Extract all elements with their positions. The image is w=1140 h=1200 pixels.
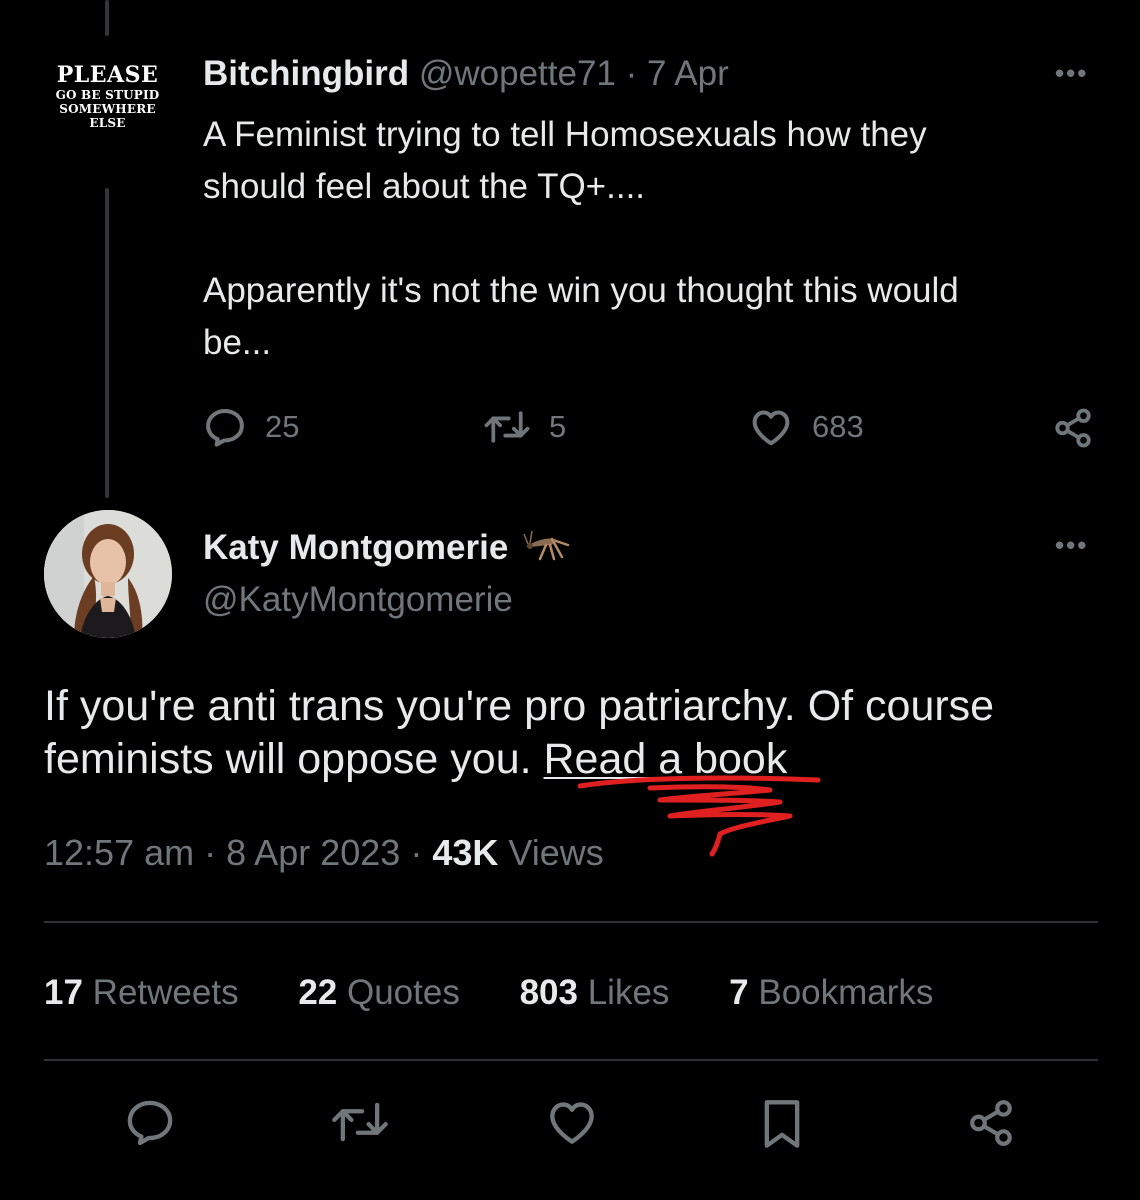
- retweets-stat[interactable]: 17 Retweets: [44, 970, 239, 1016]
- avatar-bitchingbird[interactable]: PLEASE GO BE STUPID SOMEWHERE ELSE: [40, 62, 175, 152]
- like-icon: [752, 410, 790, 446]
- quoted-tweet-header: Bitchingbird @wopette71 · 7 Apr: [203, 52, 729, 96]
- bookmark-button[interactable]: [760, 1098, 804, 1155]
- retweet-icon: [484, 411, 530, 443]
- reply-icon: [206, 409, 244, 447]
- retweet-button[interactable]: [330, 1098, 390, 1151]
- like-count: 683: [812, 409, 864, 444]
- divider: [44, 1059, 1098, 1061]
- views-count: 43K: [432, 832, 499, 873]
- quotes-stat[interactable]: 22 Quotes: [298, 970, 460, 1016]
- likes-stat[interactable]: 803 Likes: [520, 970, 670, 1016]
- display-name[interactable]: Bitchingbird: [203, 54, 409, 93]
- tweet-metadata: 12:57 am · 8 Apr 2023 · 43K Views: [44, 832, 604, 873]
- views-label: Views: [508, 832, 604, 873]
- retweet-count: 5: [549, 409, 567, 444]
- bookmarks-stat[interactable]: 7 Bookmarks: [729, 970, 933, 1016]
- separator: ·: [625, 54, 638, 93]
- handle[interactable]: @wopette71: [419, 54, 616, 93]
- red-scribble-annotation: [577, 775, 821, 857]
- like-button[interactable]: [545, 1098, 599, 1151]
- divider: [44, 921, 1098, 923]
- thread-line: [105, 0, 109, 36]
- retweet-icon: [332, 1102, 388, 1142]
- reply-button[interactable]: [124, 1098, 176, 1151]
- quoted-tweet-text: A Feminist trying to tell Homosexuals ho…: [203, 115, 959, 362]
- like-button[interactable]: 683: [748, 407, 864, 447]
- engagement-stats: 17 Retweets 22 Quotes 803 Likes 7 Bookma…: [44, 970, 983, 1016]
- profile-photo-icon: [44, 510, 172, 638]
- tweet-date[interactable]: 7 Apr: [647, 54, 729, 93]
- share-button[interactable]: [966, 1098, 1016, 1153]
- thread-line: [105, 188, 109, 498]
- like-icon: [550, 1102, 594, 1144]
- main-author-handle[interactable]: @KatyMontgomerie: [203, 578, 513, 622]
- more-dots-icon[interactable]: •••: [1055, 58, 1088, 89]
- reply-icon: [127, 1100, 173, 1146]
- avatar-katy-montgomerie[interactable]: [44, 510, 172, 638]
- reply-button[interactable]: 25: [203, 407, 299, 447]
- more-dots-icon[interactable]: •••: [1055, 530, 1088, 561]
- tweet-time[interactable]: 12:57 am: [44, 832, 194, 873]
- tweet-date[interactable]: 8 Apr 2023: [226, 832, 400, 873]
- retweet-button[interactable]: 5: [483, 407, 566, 447]
- main-tweet-text: If you're anti trans you're pro patriarc…: [44, 682, 995, 783]
- bookmark-icon: [764, 1100, 800, 1148]
- share-icon: [1055, 408, 1091, 448]
- share-icon: [970, 1100, 1012, 1146]
- main-author-name[interactable]: Katy Montgomerie: [203, 525, 572, 570]
- share-button[interactable]: [1052, 407, 1094, 449]
- reply-count: 25: [265, 409, 300, 444]
- cricket-emoji-icon: [523, 530, 570, 561]
